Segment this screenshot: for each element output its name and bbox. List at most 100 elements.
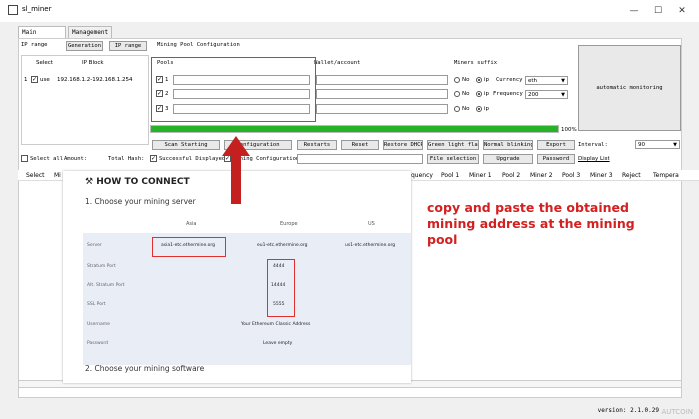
interval-select[interactable]: 90 ▼ [635, 140, 680, 149]
successful-displayed-label: Successful Displayed [159, 156, 226, 162]
pool-3-ip-label: ip [484, 106, 490, 112]
green-light-flash-button[interactable]: Green light flash [427, 140, 479, 150]
pool-3-ip-radio[interactable] [476, 106, 482, 112]
col-header-select[interactable]: Select [26, 172, 45, 179]
pool-1-no-label: No [462, 77, 470, 83]
ip-range-label: IP range [21, 42, 48, 48]
row-label-server: Server [87, 243, 102, 248]
maximize-button[interactable]: ☐ [650, 4, 666, 18]
reset-button[interactable]: Reset [341, 140, 379, 150]
username-value: Your Ethereum Classic Address [241, 322, 311, 327]
frequency-label: Frequency [493, 91, 523, 97]
server-table: Asia Europe US Server Stratum Port Alt. … [83, 221, 411, 365]
up-arrow-icon [222, 136, 250, 204]
normal-blinking-button[interactable]: Normal blinking [483, 140, 533, 150]
suffix-label: Miners suffix [454, 60, 498, 66]
select-all-label: Select all [30, 156, 64, 162]
row-use-checkbox[interactable]: ✓ [31, 76, 38, 83]
successful-displayed-checkbox[interactable]: ✓ [150, 155, 157, 162]
col-header-pool-3[interactable]: Pool 3 [562, 172, 580, 179]
frequency-select[interactable]: 200 ▼ [525, 90, 568, 99]
pool-2-no-label: No [462, 91, 470, 97]
row-index: 1 [24, 77, 28, 83]
currency-select[interactable]: eth ▼ [525, 76, 568, 85]
col-select: Select [36, 60, 53, 66]
overlay-heading-text: HOW TO CONNECT [96, 177, 190, 187]
scan-starting-button[interactable]: Scan Starting [152, 140, 220, 150]
chevron-down-icon: ▼ [673, 142, 677, 148]
pool-2-ip-label: ip [484, 91, 490, 97]
row-label-stratum-port: Stratum Port [87, 264, 116, 269]
currency-value: eth [528, 78, 538, 84]
close-button[interactable]: ✕ [674, 4, 690, 18]
watermark: AUTCOIN [661, 408, 693, 416]
col-header-pool-2[interactable]: Pool 2 [502, 172, 520, 179]
window-title: sl_miner [22, 5, 52, 13]
col-header-miner-1[interactable]: Miner 1 [469, 172, 492, 179]
pool-2-no-radio[interactable] [454, 91, 460, 97]
select-all-checkbox[interactable] [21, 155, 28, 162]
overlay-heading: ⚒ HOW TO CONNECT [85, 177, 190, 187]
col-header-pool-1[interactable]: Pool 1 [441, 172, 459, 179]
ip-block-table [21, 55, 149, 145]
mining-config-input[interactable] [297, 154, 423, 164]
pool-2-ip-radio[interactable] [476, 91, 482, 97]
title-bar: sl_miner — ☐ ✕ [0, 0, 699, 22]
amount-label: Amount: [64, 156, 88, 162]
upgrade-button[interactable]: Upgrade [483, 154, 533, 164]
currency-label: Currency [496, 77, 523, 83]
region-europe: Europe [280, 221, 298, 227]
pool-1-no-radio[interactable] [454, 77, 460, 83]
server-us: us1-etc.ethermine.org [345, 243, 396, 248]
col-header-mi[interactable]: Mi [54, 172, 61, 179]
minimize-button[interactable]: — [626, 4, 642, 18]
row-label-password: Password [87, 341, 109, 346]
pool-3-no-radio[interactable] [454, 106, 460, 112]
progress-fill [151, 126, 558, 132]
automatic-monitoring-button[interactable]: automatic monitoring [578, 45, 681, 131]
progress-label: 100% [561, 127, 577, 133]
progress-bar [150, 125, 559, 133]
col-header-miner-3[interactable]: Miner 3 [590, 172, 613, 179]
ports-highlight-box [267, 259, 295, 317]
pool-1-ip-radio[interactable] [476, 77, 482, 83]
frequency-value: 200 [528, 92, 539, 98]
pool-3-no-label: No [462, 106, 470, 112]
tab-management[interactable]: Management [68, 26, 112, 38]
wallet-2-input[interactable] [316, 89, 448, 99]
total-hash-label: Total Hash: [108, 156, 145, 162]
tools-icon: ⚒ [85, 177, 97, 187]
interval-label: Interval: [578, 142, 608, 148]
col-ip-block: IP Block [82, 60, 104, 66]
row-label-ssl-port: SSL Port [87, 302, 106, 307]
app-window: sl_miner — ☐ ✕ Main interface Management… [0, 0, 699, 419]
region-us: US [368, 221, 375, 227]
col-header-miner-2[interactable]: Miner 2 [530, 172, 553, 179]
export-button[interactable]: Export [537, 140, 575, 150]
restarts-button[interactable]: Restarts [297, 140, 337, 150]
tab-main-interface[interactable]: Main interface [18, 26, 66, 48]
display-list-link[interactable]: Display List [578, 156, 610, 162]
restore-dhcp-button[interactable]: Restore DHCP [383, 140, 423, 150]
wallet-3-input[interactable] [316, 104, 448, 114]
wallet-1-input[interactable] [316, 75, 448, 85]
password-value: Leave empty [263, 341, 293, 346]
password-button[interactable]: Password [537, 154, 575, 164]
row-label-username: Username [87, 322, 110, 327]
col-header-temperature[interactable]: Tempera [653, 172, 679, 179]
region-asia: Asia [186, 221, 197, 227]
instruction-annotation: copy and paste the obtained mining addre… [427, 200, 635, 247]
chevron-down-icon: ▼ [561, 78, 565, 84]
pools-highlight-box [151, 57, 316, 122]
chevron-down-icon: ▼ [561, 92, 565, 98]
col-header-frequency[interactable]: quency [411, 172, 433, 179]
app-icon [8, 5, 18, 15]
row-use-label: use [40, 77, 50, 83]
generation-button[interactable]: Generation [66, 41, 103, 51]
server-europe: eu1-etc.ethermine.org [257, 243, 308, 248]
ip-range-button[interactable]: IP range [109, 41, 147, 51]
col-header-reject[interactable]: Reject [622, 172, 641, 179]
pool-config-title: Mining Pool Configuration [157, 42, 240, 48]
file-selection-button[interactable]: File selection [427, 154, 479, 164]
pool-1-ip-label: ip [484, 77, 490, 83]
